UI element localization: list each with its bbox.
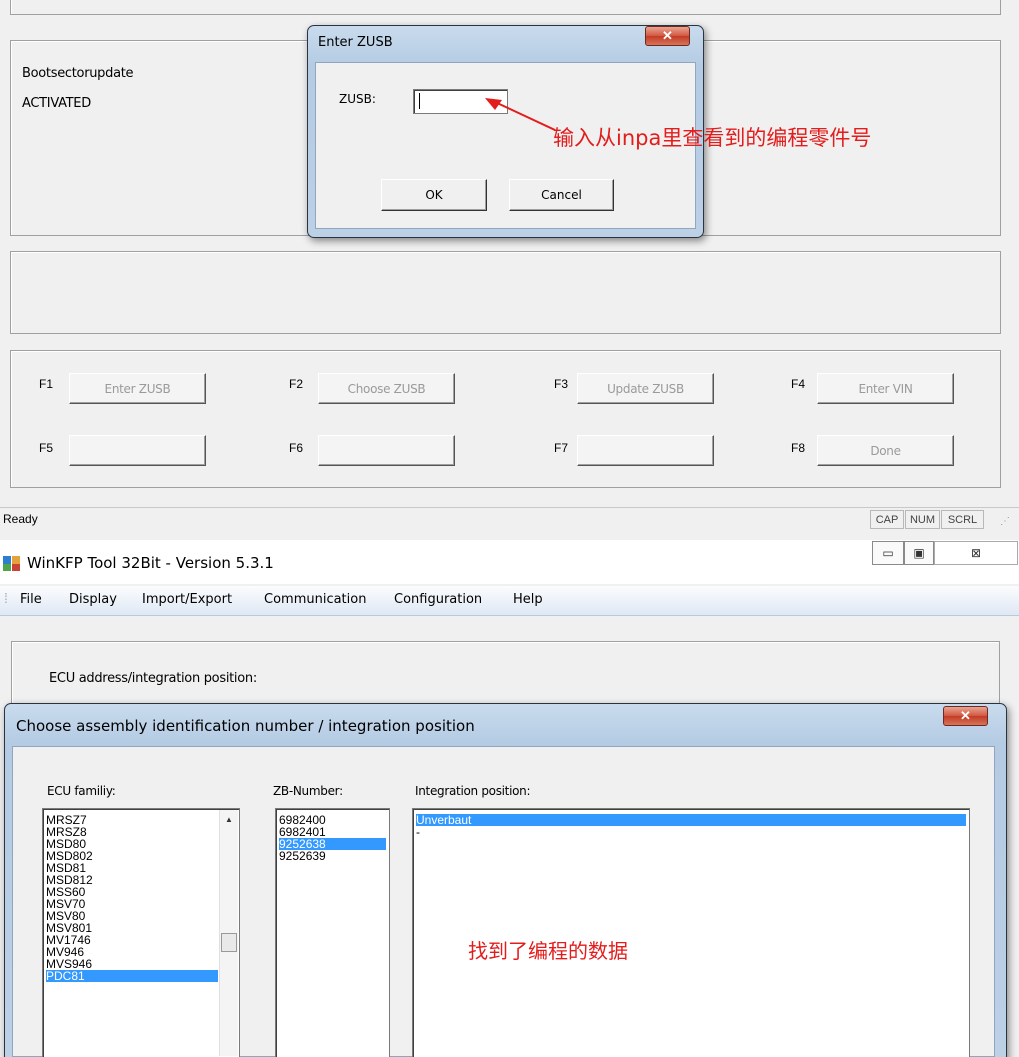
zb-number-list[interactable]: 6982400 6982401 9252638 9252639: [275, 808, 390, 1057]
maximize-icon[interactable]: ▣: [904, 541, 934, 565]
menu-file[interactable]: File: [20, 592, 42, 607]
window-close-icon[interactable]: ⊠: [934, 541, 1018, 565]
list-item[interactable]: 9252639: [279, 850, 326, 862]
scrl-indicator: SCRL: [941, 510, 984, 529]
status-text: Ready: [3, 512, 38, 526]
choose-zusb-button[interactable]: Choose ZUSB: [318, 373, 455, 404]
list-item-selected[interactable]: PDC81: [46, 970, 218, 982]
minimize-icon[interactable]: ▭: [872, 541, 904, 565]
bootsector-status: ACTIVATED: [22, 96, 91, 111]
integration-position-list[interactable]: Unverbaut -: [412, 808, 970, 1057]
close-icon[interactable]: ✕: [645, 26, 690, 46]
f8-key-label: F8: [791, 441, 806, 455]
enter-vin-button[interactable]: Enter VIN: [817, 373, 954, 404]
menu-communication[interactable]: Communication: [264, 592, 366, 607]
f6-key-label: F6: [289, 441, 304, 455]
info-group: [10, 251, 1001, 334]
ecu-family-header: ECU familiy:: [47, 784, 116, 798]
f3-key-label: F3: [554, 377, 569, 391]
bootsector-label: Bootsectorupdate: [22, 66, 134, 81]
assembly-annotation-text: 找到了编程的数据: [468, 939, 628, 963]
list-item-selected[interactable]: Unverbaut: [416, 814, 966, 826]
num-indicator: NUM: [905, 510, 940, 529]
status-bar: [0, 507, 1019, 531]
scrollbar-thumb[interactable]: [221, 933, 237, 952]
scroll-up-icon[interactable]: ▲: [225, 815, 233, 824]
zusb-field-label: ZUSB:: [339, 92, 376, 106]
f2-key-label: F2: [289, 377, 304, 391]
done-button[interactable]: Done: [817, 435, 954, 466]
f4-key-label: F4: [791, 377, 806, 391]
enter-zusb-dialog-title: Enter ZUSB: [318, 35, 393, 50]
zusb-annotation-text: 输入从inpa里查看到的编程零件号: [553, 126, 872, 150]
ecu-family-list[interactable]: MRSZ7 MRSZ8 MSD80 MSD802 MSD81 MSD812 MS…: [42, 808, 240, 1057]
f5-key-label: F5: [39, 441, 54, 455]
menu-configuration[interactable]: Configuration: [394, 592, 482, 607]
f7-button[interactable]: [577, 435, 714, 466]
cancel-button[interactable]: Cancel: [509, 179, 614, 211]
annotation-arrow-icon: [485, 98, 556, 131]
text-cursor: [419, 93, 420, 109]
grip-icon: ⁞: [4, 590, 8, 606]
assembly-dialog-title: Choose assembly identification number / …: [16, 717, 475, 735]
f1-key-label: F1: [39, 377, 54, 391]
ecu-address-label: ECU address/integration position:: [49, 671, 257, 686]
f5-button[interactable]: [69, 435, 206, 466]
resize-grip-icon[interactable]: ⋰: [1000, 516, 1010, 527]
cap-indicator: CAP: [870, 510, 904, 529]
f7-key-label: F7: [554, 441, 569, 455]
assembly-close-icon[interactable]: ✕: [943, 706, 988, 726]
zb-number-header: ZB-Number:: [273, 784, 343, 798]
menu-import-export[interactable]: Import/Export: [142, 592, 232, 607]
top-group-box: [10, 0, 1001, 15]
ok-button[interactable]: OK: [381, 179, 487, 211]
enter-zusb-button[interactable]: Enter ZUSB: [69, 373, 206, 404]
integration-position-header: Integration position:: [415, 784, 531, 798]
menu-display[interactable]: Display: [69, 592, 117, 607]
winkfp-window-title: WinKFP Tool 32Bit - Version 5.3.1: [27, 554, 274, 572]
menu-help[interactable]: Help: [513, 592, 543, 607]
app-icon: [3, 556, 20, 571]
list-item[interactable]: -: [416, 826, 420, 838]
f6-button[interactable]: [318, 435, 455, 466]
update-zusb-button[interactable]: Update ZUSB: [577, 373, 714, 404]
function-keys-group: [10, 350, 1001, 488]
